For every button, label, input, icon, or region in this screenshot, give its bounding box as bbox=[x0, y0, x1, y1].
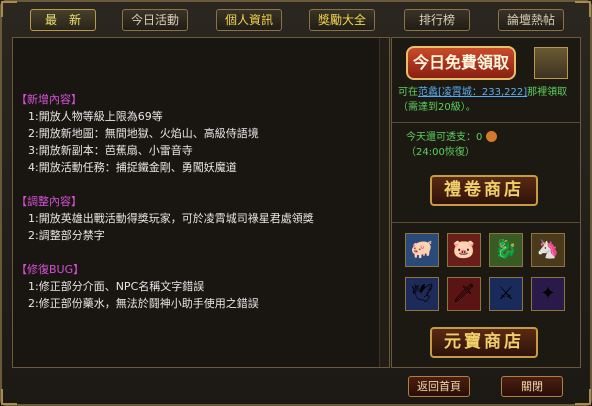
frame-corner bbox=[1, 1, 17, 17]
shop-item[interactable]: 🐉 bbox=[489, 233, 523, 267]
recover-time: （24:00恢復） bbox=[406, 147, 475, 158]
list-item: 2:調整部分禁字 bbox=[28, 229, 105, 242]
divider bbox=[392, 222, 580, 223]
list-item: 2:修正部份藥水，無法於鬪神小助手使用之錯誤 bbox=[28, 297, 259, 310]
shop-item[interactable]: 🗡 bbox=[447, 277, 481, 311]
overdraft-text: 今天還可透支：0 bbox=[406, 132, 483, 143]
list-item: 2:開放新地圖：無間地獄、火焰山、高級侍語境 bbox=[28, 127, 259, 140]
frame-corner bbox=[575, 1, 591, 17]
note-prefix: 可在 bbox=[398, 87, 418, 98]
overdraft-status: 今天還可透支：0 （24:00恢復） bbox=[406, 130, 498, 160]
section-header-adjust: 【調整內容】 bbox=[16, 195, 82, 208]
divider bbox=[392, 122, 580, 123]
ingot-shop-button[interactable]: 元寶商店 bbox=[430, 327, 538, 358]
claim-note: 可在范蠡[凌霄城：233,222]那裡領取（需達到20級）。 bbox=[398, 85, 578, 115]
tab-forum[interactable]: 論壇熱帖 bbox=[498, 9, 564, 31]
shop-item[interactable]: ⚔ bbox=[489, 277, 523, 311]
list-item: 1:開放英雄出戰活動得獎玩家，可於凌霄城司祿星君處領獎 bbox=[28, 212, 314, 225]
red-sword-icon: 🗡 bbox=[452, 283, 476, 304]
pig-mount-icon: 🐖 bbox=[410, 239, 434, 260]
news-panel: 【新增內容】 1:開放人物等級上限為69等 2:開放新地圖：無間地獄、火焰山、高… bbox=[12, 37, 390, 368]
gift-box-icon[interactable] bbox=[534, 47, 568, 79]
frame-corner bbox=[1, 389, 17, 405]
pig-red-icon: 🐷 bbox=[452, 239, 476, 260]
tab-rewards[interactable]: 獎勵大全 bbox=[309, 9, 375, 31]
dragon-mount-icon: 🐉 bbox=[494, 239, 518, 260]
news-content: 【新增內容】 1:開放人物等級上限為69等 2:開放新地圖：無間地獄、火焰山、高… bbox=[13, 38, 379, 367]
npc-location-link[interactable]: 范蠡[凌霄城：233,222] bbox=[418, 87, 527, 98]
coin-icon bbox=[486, 131, 498, 142]
shop-item[interactable]: 🕊 bbox=[405, 277, 439, 311]
return-home-button[interactable]: 返回首頁 bbox=[408, 376, 470, 397]
shop-item[interactable]: 🐖 bbox=[405, 233, 439, 267]
list-item: 1:開放人物等級上限為69等 bbox=[28, 110, 163, 123]
frame-corner bbox=[575, 389, 591, 405]
free-claim-button[interactable]: 今日免費領取 bbox=[406, 46, 516, 80]
shop-item[interactable]: ✦ bbox=[531, 277, 565, 311]
golden-mount-icon: 🦄 bbox=[536, 239, 560, 260]
tab-ranking[interactable]: 排行榜 bbox=[404, 9, 470, 31]
tab-personal-info[interactable]: 個人資訊 bbox=[216, 9, 282, 31]
gift-shop-button[interactable]: 禮卷商店 bbox=[430, 175, 538, 206]
list-item: 3:開放新副本：芭蕉扇、小雷音寺 bbox=[28, 144, 193, 157]
scrollbar[interactable] bbox=[379, 38, 389, 367]
section-header-bugfix: 【修復BUG】 bbox=[16, 263, 85, 276]
tab-today-events[interactable]: 今日活動 bbox=[122, 9, 188, 31]
side-panel: 今日免費領取 可在范蠡[凌霄城：233,222]那裡領取（需達到20級）。 今天… bbox=[391, 37, 581, 368]
list-item: 1:修正部分介面、NPC名稱文字錯誤 bbox=[28, 280, 205, 293]
list-item: 4:開放活動任務：捕捉鐵金剛、勇闖妖魔道 bbox=[28, 161, 237, 174]
blue-sword-icon: ⚔ bbox=[497, 283, 515, 304]
white-bird-icon: 🕊 bbox=[410, 283, 434, 304]
shop-item[interactable]: 🐷 bbox=[447, 233, 481, 267]
section-header-new: 【新增內容】 bbox=[16, 93, 82, 106]
tab-latest[interactable]: 最 新 bbox=[30, 9, 96, 31]
close-button[interactable]: 關閉 bbox=[501, 376, 563, 397]
shop-item[interactable]: 🦄 bbox=[531, 233, 565, 267]
staff-icon: ✦ bbox=[540, 283, 556, 304]
